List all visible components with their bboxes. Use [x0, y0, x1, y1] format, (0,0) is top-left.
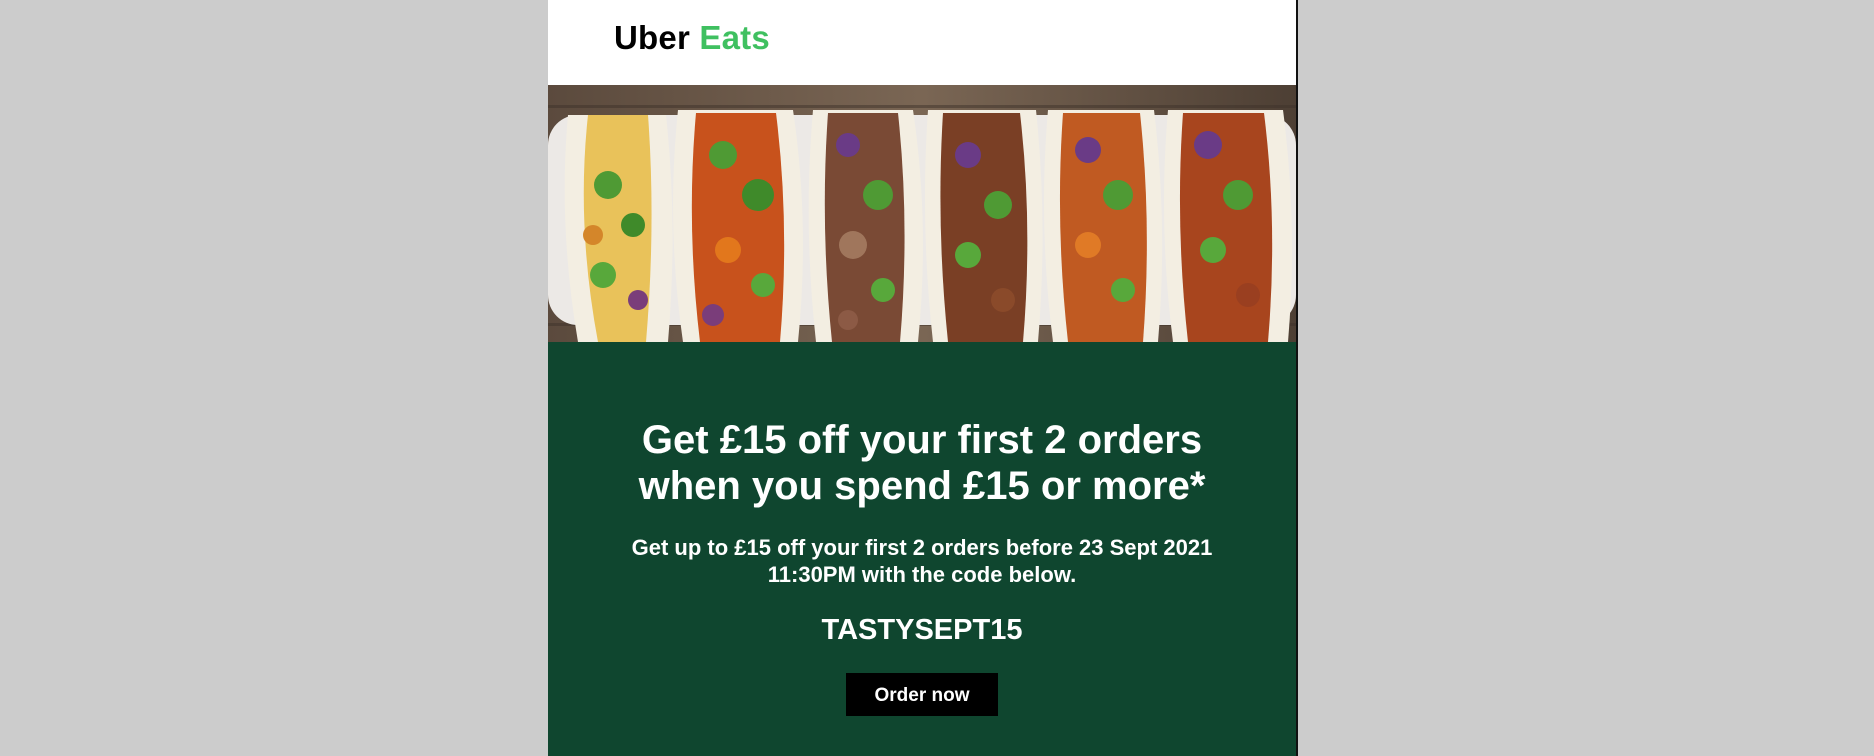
taco-5 — [1044, 110, 1163, 342]
taco-1 — [564, 115, 673, 342]
email-body: Uber Eats Get £15 off your first 2 order… — [548, 0, 1298, 756]
promo-section: Get £15 off your first 2 orders when you… — [548, 342, 1296, 756]
logo-eats-text: Eats — [699, 19, 770, 56]
viewport-background: Uber Eats Get £15 off your first 2 order… — [0, 0, 1874, 756]
promo-headline: Get £15 off your first 2 orders when you… — [638, 418, 1206, 508]
taco-3 — [808, 110, 923, 342]
logo-uber-text: Uber — [614, 19, 690, 56]
tacos-photo-icon — [548, 85, 1296, 342]
taco-4 — [924, 110, 1043, 342]
promo-code: TASTYSEPT15 — [821, 614, 1023, 646]
hero-image — [548, 85, 1296, 342]
promo-subtext: Get up to £15 off your first 2 orders be… — [631, 535, 1213, 587]
taco-2 — [673, 110, 803, 342]
email-header: Uber Eats — [548, 0, 1296, 85]
taco-6 — [1164, 110, 1292, 342]
order-now-button[interactable]: Order now — [846, 673, 998, 716]
uber-eats-logo[interactable]: Uber Eats — [614, 19, 770, 57]
